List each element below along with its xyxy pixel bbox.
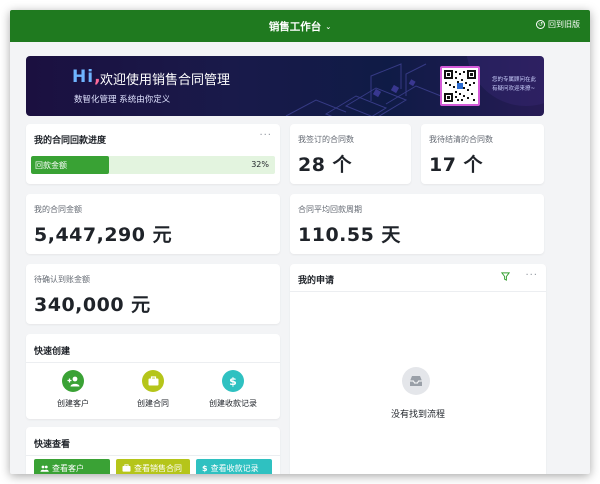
empty-state-text: 没有找到流程 — [390, 410, 445, 420]
dollar-icon: $ — [202, 463, 208, 473]
briefcase-icon — [122, 464, 131, 472]
contract-amount-label: 我的合同金额 — [34, 205, 82, 214]
create-contract-label: 创建合同 — [137, 399, 169, 408]
payment-cycle-card[interactable]: 合同平均回款周期 110.55 天 — [290, 194, 544, 254]
empty-inbox-icon — [402, 367, 430, 395]
contract-amount-card[interactable]: 我的合同金额 5,447,290 元 — [26, 194, 280, 254]
signed-contracts-value: 28 个 — [298, 154, 353, 176]
view-customers-label: 查看客户 — [52, 463, 84, 473]
payment-progress-bar: 回款金额 32% — [31, 156, 275, 174]
pending-contracts-card[interactable]: 我待结清的合同数 17 个 — [421, 124, 544, 184]
my-requests-title: 我的申请 — [298, 276, 335, 286]
banner-title: 欢迎使用销售合同管理 — [100, 73, 231, 88]
pending-contracts-value: 17 个 — [429, 154, 484, 176]
create-customer-button[interactable]: 创建客户 — [28, 370, 118, 409]
create-payment-record-label: 创建收款记录 — [209, 399, 257, 408]
card-divider — [26, 455, 280, 456]
signed-contracts-card[interactable]: 我签订的合同数 28 个 — [290, 124, 411, 184]
filter-icon[interactable] — [501, 272, 510, 281]
return-icon: ↺ — [536, 20, 545, 29]
banner-hi: Hi, — [72, 67, 102, 87]
view-payment-records-label: 查看收款记录 — [210, 463, 259, 473]
more-options-icon[interactable]: ··· — [259, 130, 272, 141]
pending-contracts-label: 我待结清的合同数 — [429, 135, 493, 144]
workspace-switcher[interactable]: 销售工作台 ⌄ — [269, 19, 331, 34]
card-divider — [290, 291, 546, 292]
add-user-icon — [62, 370, 84, 392]
banner-subtitle: 数智化管理 系统由你定义 — [74, 95, 171, 105]
quick-create-card: 快速创建 创建客户 创建合同 $ 创建收款记录 — [26, 334, 280, 419]
workspace-title: 销售工作台 — [268, 20, 322, 33]
briefcase-icon — [142, 370, 164, 392]
create-customer-label: 创建客户 — [57, 399, 89, 408]
view-sales-contracts-label: 查看销售合同 — [134, 463, 182, 473]
quick-view-title: 快速查看 — [34, 440, 71, 450]
payment-progress-card: 我的合同回款进度 ··· 回款金额 32% — [26, 124, 280, 184]
users-icon — [40, 465, 49, 472]
top-bar: 销售工作台 ⌄ ↺ 回到旧版 — [10, 10, 590, 42]
to-confirm-amount-card[interactable]: 待确认到账金额 340,000 元 — [26, 264, 280, 324]
my-requests-card: 我的申请 ··· 没有找到流程 — [290, 264, 546, 474]
contract-amount-value: 5,447,290 元 — [34, 224, 173, 246]
quick-create-title: 快速创建 — [34, 347, 71, 357]
progress-percent: 32% — [251, 160, 269, 169]
chevron-down-icon: ⌄ — [325, 22, 332, 31]
dollar-icon: $ — [222, 370, 244, 392]
view-sales-contracts-button[interactable]: 查看销售合同 — [116, 459, 190, 474]
create-contract-button[interactable]: 创建合同 — [108, 370, 198, 409]
create-payment-record-button[interactable]: $ 创建收款记录 — [188, 370, 278, 409]
to-confirm-amount-label: 待确认到账金额 — [34, 275, 90, 284]
welcome-banner: Hi, 欢迎使用销售合同管理 数智化管理 系统由你定义 您的专属顾问在此 有疑问… — [26, 56, 544, 116]
signed-contracts-label: 我签订的合同数 — [298, 135, 354, 144]
progress-label: 回款金额 — [35, 161, 67, 170]
progress-card-title: 我的合同回款进度 — [34, 136, 107, 146]
app-window: 销售工作台 ⌄ ↺ 回到旧版 Hi, 欢迎使用销售合同管理 数智化管理 系统由你… — [10, 10, 590, 474]
to-confirm-amount-value: 340,000 元 — [34, 294, 151, 316]
payment-cycle-label: 合同平均回款周期 — [298, 205, 362, 214]
back-to-old-version-link[interactable]: ↺ 回到旧版 — [536, 19, 580, 30]
quick-view-card: 快速查看 查看客户 查看销售合同 $ 查看收款记录 — [26, 427, 280, 474]
more-options-icon[interactable]: ··· — [525, 270, 538, 281]
qr-caption: 您的专属顾问在此 有疑问欢迎来撩~ — [492, 77, 537, 92]
view-payment-records-button[interactable]: $ 查看收款记录 — [196, 459, 272, 474]
view-customers-button[interactable]: 查看客户 — [34, 459, 110, 474]
payment-cycle-value: 110.55 天 — [298, 224, 401, 246]
card-divider — [26, 362, 280, 363]
qr-code — [440, 66, 480, 106]
back-to-old-label: 回到旧版 — [548, 20, 580, 29]
